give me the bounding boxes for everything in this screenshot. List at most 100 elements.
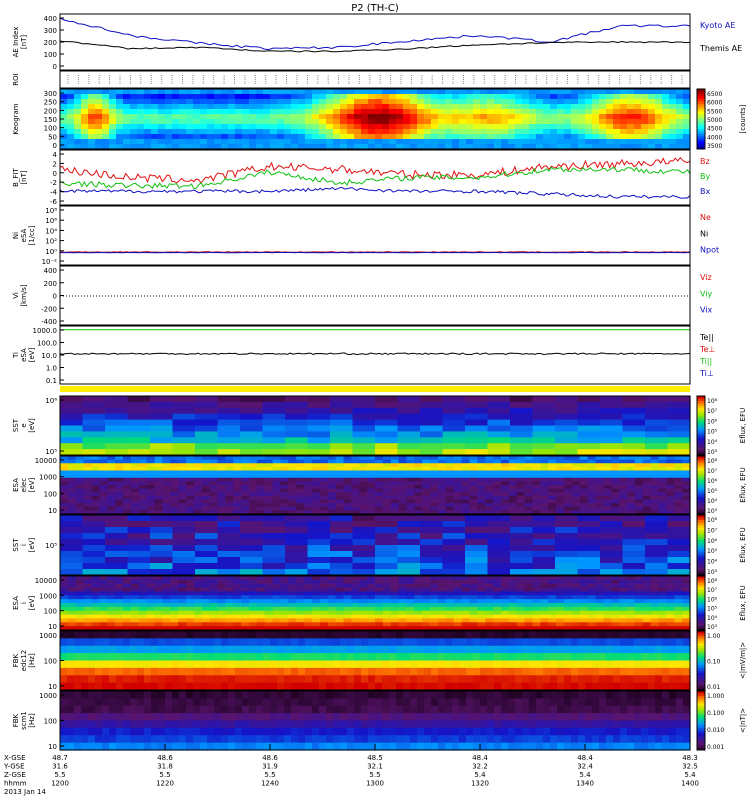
fbk_e-cell	[438, 682, 446, 691]
fbk_e-cell	[326, 645, 334, 654]
keogram-cell	[60, 139, 68, 145]
fbk_e-cell	[508, 638, 516, 647]
keogram-cell	[669, 109, 677, 115]
keogram-cell	[438, 124, 446, 130]
fbk_e-cell	[81, 660, 89, 669]
fbk_e-cell	[662, 645, 670, 654]
esa_i-cell	[445, 579, 455, 585]
esa_i-cell	[627, 579, 636, 585]
fbk_e-cell	[508, 675, 516, 684]
esa_e-cell	[461, 481, 471, 486]
esa_i-cell	[304, 599, 313, 604]
sst_i-cell	[262, 533, 286, 540]
sst_e-cell	[352, 425, 376, 432]
esa_e-cell	[595, 466, 604, 472]
fbk_b-cell	[221, 742, 229, 751]
sst_e-cell	[172, 431, 196, 438]
fbk_e-cell	[137, 675, 145, 684]
keogram-cell	[172, 89, 180, 95]
esa_e-cell	[343, 495, 352, 501]
esa_e-cell	[579, 488, 589, 493]
fbk_b-cell	[130, 691, 138, 699]
esa_i-cell	[209, 579, 219, 585]
fbk_e-cell	[641, 675, 649, 684]
sst_i-cell	[217, 521, 241, 528]
keogram-cell	[249, 94, 257, 100]
fbk_e-cell	[494, 675, 502, 684]
fbk_b-cell	[137, 742, 145, 751]
esa_i-cell	[682, 603, 691, 608]
sst_e-cell	[600, 443, 624, 450]
keogram-cell	[501, 139, 509, 145]
esa_e-cell	[75, 492, 85, 497]
fbk_b-cell	[88, 713, 96, 722]
esa_e-cell	[501, 459, 510, 464]
esa_e-cell	[516, 485, 526, 490]
esa_i-cell	[642, 579, 652, 585]
esa_e-cell	[595, 485, 604, 490]
keogram-cell	[158, 89, 166, 95]
fbk_e-cell	[473, 631, 481, 639]
keogram-cell	[158, 109, 166, 115]
esa_e-cell	[146, 506, 156, 511]
esa_e-cell	[107, 492, 116, 497]
esa_e-cell	[422, 456, 431, 461]
fbk_b-cell	[81, 720, 89, 729]
esa_i-cell	[123, 576, 132, 581]
esa_e-cell	[532, 456, 541, 461]
esa_i-cell	[493, 614, 502, 620]
keogram-cell	[424, 109, 432, 115]
esa_e-cell	[524, 456, 534, 461]
fbk_e-cell	[116, 638, 124, 647]
esa_i-cell	[524, 591, 534, 596]
fbk_b-cell	[200, 713, 208, 722]
sst_e-cell	[375, 407, 399, 415]
fbk_e-cell	[683, 645, 691, 654]
esa_i-cell	[493, 622, 502, 627]
esa_e-cell	[233, 474, 242, 479]
fbk_e-cell	[81, 638, 89, 647]
keogram-cell	[466, 104, 474, 110]
esa_e-cell	[508, 459, 518, 464]
fbk_b-cell	[67, 698, 75, 707]
fbk_e-cell	[487, 675, 495, 684]
sst_e-cell	[577, 425, 601, 432]
keogram-cell	[494, 139, 502, 145]
esa_e-cell	[524, 492, 534, 497]
esa_i-cell	[642, 599, 652, 604]
esa_i-cell	[477, 606, 486, 612]
esa_i-cell	[406, 599, 415, 604]
keogram-cell	[662, 94, 670, 100]
keogram-cell	[466, 89, 474, 95]
fbk_e-cell	[599, 653, 607, 662]
keogram-cell	[662, 109, 670, 115]
esa_i-cell	[249, 610, 258, 616]
fbk_b-cell	[130, 720, 138, 729]
esa_e-cell	[485, 463, 494, 468]
keogram-cell	[522, 89, 530, 95]
keogram-cell	[158, 104, 166, 110]
fbk_e-cell	[648, 675, 656, 684]
fbk_e-cell	[284, 645, 292, 654]
esa_e-cell	[162, 477, 171, 482]
keogram-cell	[396, 89, 404, 95]
keogram-cell	[144, 129, 152, 135]
esa_i-cell	[83, 595, 93, 600]
keogram-cell	[137, 94, 145, 100]
esa_e-cell	[564, 503, 573, 508]
esa_i-cell	[564, 599, 573, 604]
esa_e-cell	[154, 481, 163, 486]
esa_e-cell	[154, 459, 163, 464]
fbk_e-cell	[270, 653, 278, 662]
esa_e-cell	[603, 503, 612, 508]
keogram-cell	[298, 139, 306, 145]
esa_i-cell	[422, 576, 431, 581]
esa_i-cell	[406, 579, 415, 585]
esa_e-cell	[603, 499, 612, 504]
esa_e-cell	[327, 474, 337, 479]
esa_e-cell	[60, 488, 69, 493]
esa_e-cell	[532, 492, 541, 497]
esa_e-cell	[178, 488, 187, 493]
keogram-cell	[193, 134, 201, 140]
esa_e-cell	[75, 456, 85, 461]
